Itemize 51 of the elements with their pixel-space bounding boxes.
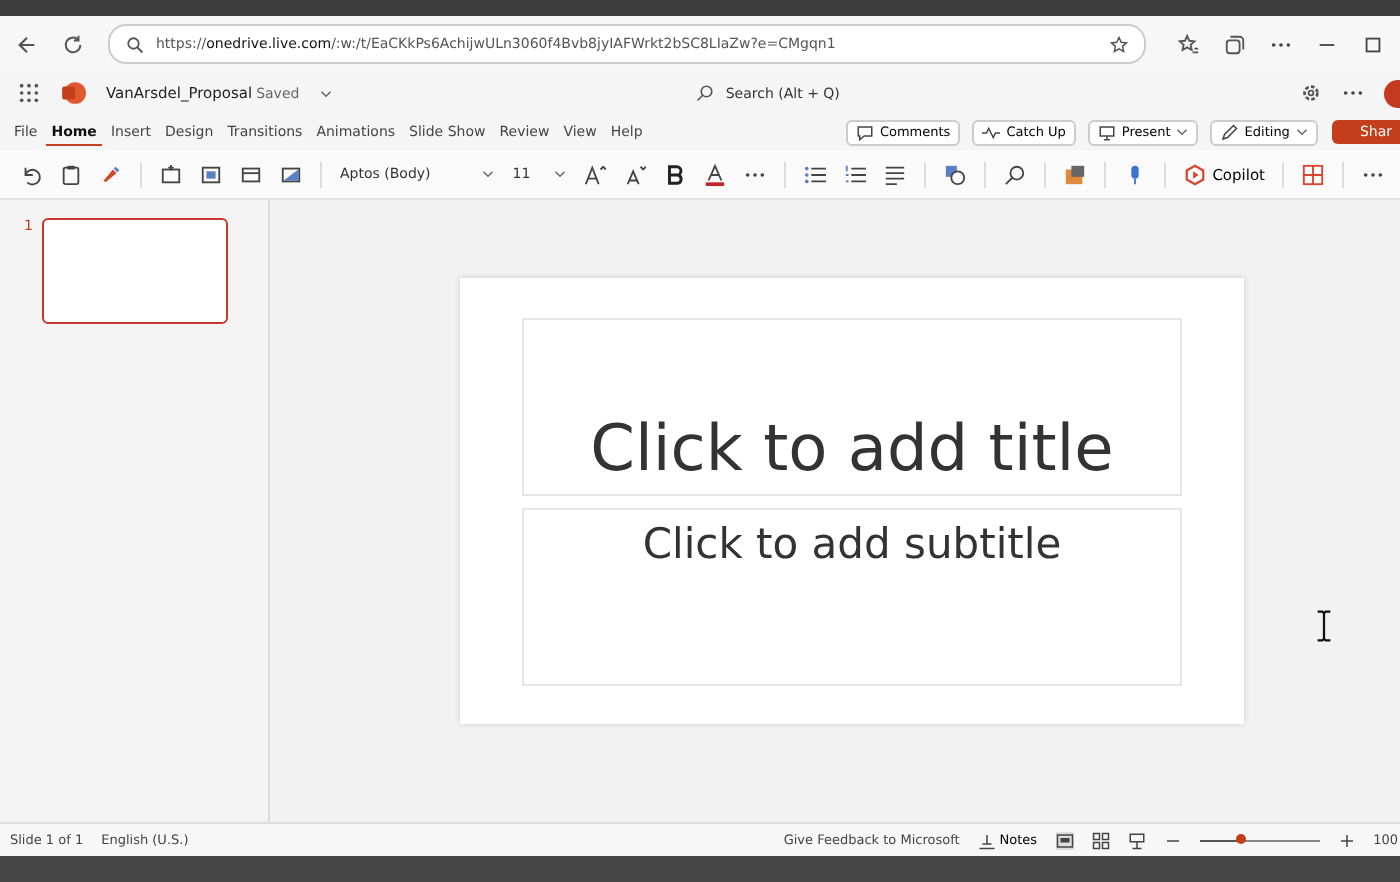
format-painter-icon[interactable]: [100, 163, 122, 185]
avatar[interactable]: [1384, 79, 1400, 107]
clipboard-icon[interactable]: [60, 163, 82, 185]
comment-icon: [855, 123, 874, 141]
chevron-down-icon: [554, 170, 567, 178]
slide-thumbnail[interactable]: [42, 218, 229, 324]
numbering-icon[interactable]: [844, 163, 867, 185]
powerpoint-logo-icon: [60, 80, 86, 106]
slide-canvas[interactable]: Click to add title Click to add subtitle: [460, 278, 1244, 724]
search-icon[interactable]: [1004, 163, 1027, 185]
chevron-down-icon: [1295, 128, 1308, 136]
chevron-down-icon[interactable]: [319, 89, 332, 97]
pulse-icon: [982, 123, 1001, 141]
search-icon: [126, 35, 144, 53]
app-launcher-icon[interactable]: [18, 82, 40, 104]
zoom-in-icon[interactable]: [1337, 831, 1356, 849]
font-color-icon[interactable]: [704, 163, 727, 185]
grid-view-icon[interactable]: [1091, 831, 1110, 849]
pen-icon: [1220, 123, 1239, 141]
shrink-font-icon[interactable]: [624, 163, 647, 185]
maximize-icon[interactable]: [1362, 33, 1384, 55]
star-icon[interactable]: [1110, 35, 1128, 53]
favorites-icon[interactable]: [1178, 33, 1200, 55]
slide-icon[interactable]: [200, 163, 222, 185]
add-ins-icon[interactable]: [1302, 163, 1325, 185]
chevron-down-icon: [1176, 128, 1189, 136]
text-cursor-icon: [1316, 608, 1332, 644]
monitor-icon: [1097, 123, 1116, 141]
subtitle-placeholder[interactable]: Click to add subtitle: [522, 508, 1182, 686]
title-placeholder[interactable]: Click to add title: [522, 318, 1182, 496]
bullets-icon[interactable]: [804, 163, 827, 185]
align-icon[interactable]: [884, 163, 907, 185]
layout-icon[interactable]: [240, 163, 262, 185]
designer-icon[interactable]: [1064, 163, 1087, 185]
undo-icon[interactable]: [20, 163, 42, 185]
chevron-down-icon: [482, 170, 495, 178]
settings-icon[interactable]: [1300, 82, 1322, 104]
zoom-thumb[interactable]: [1236, 834, 1247, 844]
collections-icon[interactable]: [1224, 33, 1246, 55]
back-icon[interactable]: [16, 33, 38, 55]
bold-icon[interactable]: [664, 163, 687, 185]
background-icon[interactable]: [280, 163, 302, 185]
shapes-icon[interactable]: [944, 163, 967, 185]
copilot-icon: [1184, 163, 1207, 185]
presenter-view-icon[interactable]: [1127, 831, 1146, 849]
search-icon: [695, 84, 714, 102]
normal-view-icon[interactable]: [1055, 831, 1074, 849]
grow-font-icon[interactable]: [584, 163, 607, 185]
new-slide-icon[interactable]: [160, 163, 182, 185]
refresh-icon[interactable]: [62, 33, 84, 55]
notes-icon: [977, 831, 996, 849]
